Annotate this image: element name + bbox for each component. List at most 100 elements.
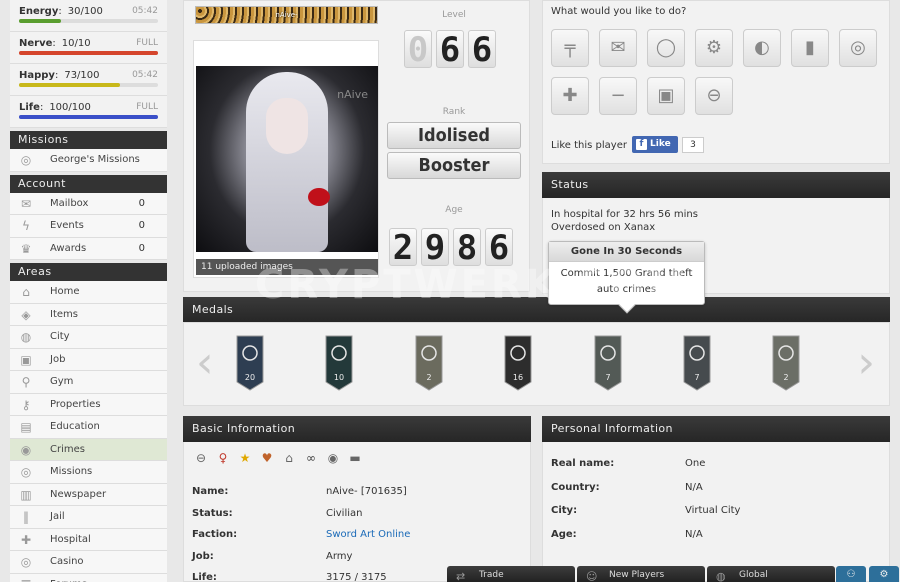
sidebar-item-crimes[interactable]: ◉ Crimes <box>10 438 167 461</box>
sidebar-item-label: Job <box>50 353 66 365</box>
sidebar-item-label: Properties <box>50 398 101 410</box>
sidebar-item-gym[interactable]: ⚲ Gym <box>10 371 167 394</box>
globe-icon: ◍ <box>20 330 32 344</box>
medal[interactable]: 2 <box>415 335 443 391</box>
money-action-button[interactable]: ⚙ <box>695 29 733 67</box>
bar-energy[interactable]: Energy: 30/100 05:42 <box>10 0 167 32</box>
bar-nerve[interactable]: Nerve: 10/10 FULL <box>10 32 167 64</box>
sidebar-item-job[interactable]: ▣ Job <box>10 348 167 371</box>
medal[interactable]: 7 <box>594 335 622 391</box>
avatar[interactable]: nAive <box>196 66 378 252</box>
briefcase-icon: ▣ <box>20 352 32 367</box>
bed-icon[interactable]: ▬ <box>348 451 362 465</box>
speech-bubble-action-button[interactable]: ◯ <box>647 29 685 67</box>
status-header: Status <box>542 172 890 198</box>
target-icon: ◎ <box>20 465 32 479</box>
people-button[interactable]: ⚇ <box>836 566 866 582</box>
target-action-button[interactable]: ◎ <box>839 29 877 67</box>
footer-tab-trade[interactable]: ⇄ Trade <box>447 566 575 582</box>
sidebar-item-casino[interactable]: ◎ Casino <box>10 551 167 574</box>
sidebar-item-george-s-missions[interactable]: ◎ George's Missions <box>10 149 167 172</box>
sidebar-item-items[interactable]: ◈ Items <box>10 303 167 326</box>
bar-life[interactable]: Life: 100/100 FULL <box>10 96 167 128</box>
sidebar-item-forums[interactable]: ☰ Forums <box>10 573 167 582</box>
bar-timer: 05:42 <box>132 70 158 80</box>
female-icon[interactable]: ♀ <box>216 451 230 465</box>
footer-tab-global[interactable]: ◍ Global <box>707 566 835 582</box>
footer-tab-label: Trade <box>479 570 504 580</box>
sidebar-item-mailbox[interactable]: ✉ Mailbox 0 <box>10 192 167 215</box>
bar-value: 100/100 <box>49 102 91 113</box>
like-count: 3 <box>682 137 704 153</box>
no-entry-action-button[interactable]: ⊖ <box>695 77 733 115</box>
bar-label: Energy: 30/100 <box>19 6 103 17</box>
info-value: N/A <box>685 481 703 493</box>
coin-icon[interactable]: ◉ <box>326 451 340 465</box>
sidebar-item-properties[interactable]: ⚷ Properties <box>10 393 167 416</box>
bar-value: 10/10 <box>61 38 91 49</box>
bar-happy[interactable]: Happy: 73/100 05:42 <box>10 64 167 96</box>
steal-action-button[interactable]: ◐ <box>743 29 781 67</box>
chevron-right-icon[interactable]: › <box>857 341 875 385</box>
briefcase-action-button[interactable]: ▣ <box>647 77 685 115</box>
heart-icon[interactable]: ♥ <box>260 451 274 465</box>
medal-count: 16 <box>512 373 524 382</box>
sidebar-item-education[interactable]: ▤ Education <box>10 416 167 439</box>
digit: 6 <box>436 30 464 69</box>
account-section-header: Account <box>10 174 167 193</box>
fingerprint-icon: ◉ <box>20 442 32 457</box>
info-label: Country: <box>551 481 600 493</box>
info-label: Faction: <box>192 529 238 540</box>
age-label: Age <box>445 205 463 215</box>
stars-icon <box>236 335 264 391</box>
info-value[interactable]: Sword Art Online <box>326 529 410 540</box>
rank-secondary: Booster <box>387 152 521 179</box>
envelope-action-button[interactable]: ✉ <box>599 29 637 67</box>
medal[interactable]: 10 <box>325 335 353 391</box>
settings-button[interactable]: ⚙ <box>869 566 899 582</box>
sidebar-item-label: Mailbox <box>50 197 89 209</box>
bar-timer: 05:42 <box>132 6 158 16</box>
sidebar-item-label: Forums <box>50 579 87 582</box>
sidebar-item-events[interactable]: ϟ Events 0 <box>10 215 167 238</box>
book-icon: ▤ <box>20 420 32 434</box>
bar-chart-action-button[interactable]: ▮ <box>791 29 829 67</box>
info-value: Civilian <box>326 507 363 519</box>
sidebar-item-jail[interactable]: ‖ Jail <box>10 506 167 529</box>
medal-count: 2 <box>426 373 432 382</box>
medal[interactable]: 20 <box>236 335 264 391</box>
sidebar-item-newspaper[interactable]: ▥ Newspaper <box>10 483 167 506</box>
avatar-frame: nAive 11 uploaded images <box>193 40 379 278</box>
bar-fill <box>19 51 158 55</box>
sidebar-item-missions[interactable]: ◎ Missions <box>10 461 167 484</box>
areas-section-header: Areas <box>10 263 167 281</box>
bar-label: Life: 100/100 <box>19 102 91 113</box>
info-label: City: <box>551 505 578 516</box>
trophy-icon: ♛ <box>20 241 32 256</box>
sidebar-item-label: City <box>50 331 70 342</box>
facebook-like-button[interactable]: f Like <box>632 136 678 153</box>
sidebar-item-city[interactable]: ◍ City <box>10 326 167 349</box>
bar-track <box>19 51 158 55</box>
star-icon[interactable]: ★ <box>238 451 252 465</box>
minus-icon[interactable]: ⊖ <box>194 451 208 465</box>
sidebar-item-home[interactable]: ⌂ Home <box>10 281 167 304</box>
newspaper-icon: ▥ <box>20 487 32 502</box>
bar-timer: FULL <box>136 102 158 112</box>
footer-tab-new-players[interactable]: ☺ New Players <box>577 566 705 582</box>
house-icon[interactable]: ⌂ <box>282 451 296 465</box>
chevron-left-icon[interactable]: ‹ <box>196 341 214 385</box>
sidebar-item-hospital[interactable]: ✚ Hospital <box>10 528 167 551</box>
sidebar-item-count: 0 <box>138 242 145 254</box>
info-label: Age: <box>551 528 577 540</box>
gun-action-button[interactable]: ╤ <box>551 29 589 67</box>
link-icon[interactable]: ∞ <box>304 451 318 465</box>
add-friend-action-button[interactable]: ✚ <box>551 77 589 115</box>
add-enemy-action-button[interactable]: − <box>599 77 637 115</box>
medal[interactable]: 7 <box>683 335 711 391</box>
medal[interactable]: 2 <box>772 335 800 391</box>
sidebar-item-awards[interactable]: ♛ Awards 0 <box>10 237 167 260</box>
gun-icon <box>325 335 353 391</box>
bar-name: Energy <box>19 6 59 17</box>
medal[interactable]: 16 <box>504 335 532 391</box>
